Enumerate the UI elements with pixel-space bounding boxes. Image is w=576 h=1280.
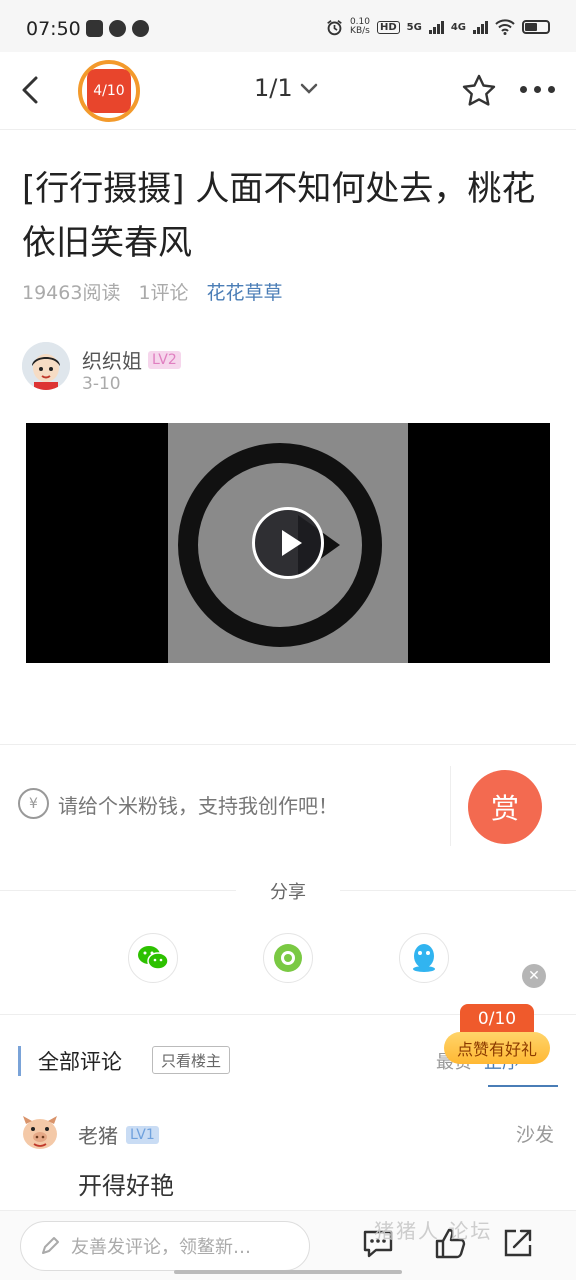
like-reward-badge[interactable]: 点赞有好礼 <box>444 1032 550 1064</box>
author-level-badge: LV2 <box>148 350 181 369</box>
comment-text[interactable]: 开得好艳 <box>78 1166 174 1201</box>
post-title: [行行摄摄] 人面不知何处去，桃花依旧笑春风 <box>22 169 536 263</box>
hd-voice-badge: HD <box>376 20 400 34</box>
post-date: 3-10 <box>82 374 121 394</box>
chevron-down-icon <box>300 83 317 94</box>
share-moments-button[interactable] <box>263 933 313 983</box>
share-label: 分享 <box>270 882 306 903</box>
notification-icons <box>86 20 149 37</box>
qq-icon <box>413 944 435 972</box>
signal-icon-2 <box>473 20 488 34</box>
gesture-home-bar[interactable] <box>174 1270 402 1274</box>
share-qq-button[interactable] <box>399 933 449 983</box>
top-nav-bar: 4/10 1/1 <box>0 52 576 130</box>
comment-floor-label: 沙发 <box>516 1124 555 1146</box>
clock: 07:50 <box>26 18 81 40</box>
favorite-star-icon[interactable] <box>460 72 498 110</box>
read-count: 19463阅读 <box>22 282 121 304</box>
network-type-2: 4G <box>450 21 466 33</box>
back-arrow-icon[interactable] <box>14 70 54 110</box>
sort-active-indicator <box>488 1085 558 1087</box>
comment-input-placeholder: 友善发评论，领鳌新… <box>71 1237 251 1258</box>
divider <box>450 766 451 846</box>
pig-avatar-icon[interactable] <box>20 1112 60 1152</box>
wifi-icon <box>495 19 515 35</box>
network-speed: 0.10 KB/s <box>349 17 370 36</box>
progress-badge: 4/10 <box>87 69 131 113</box>
status-indicators: 0.10 KB/s HD 5G 4G <box>326 18 550 36</box>
play-button[interactable] <box>252 507 324 579</box>
message-icon <box>132 20 149 37</box>
comments-title: 全部评论 <box>38 1050 122 1074</box>
moments-icon <box>274 944 302 972</box>
author-name-row: 织织姐 LV2 <box>82 345 181 374</box>
reading-task-progress[interactable]: 4/10 <box>78 60 140 122</box>
wechat-icon <box>138 946 169 970</box>
gift-icon <box>86 20 103 37</box>
comment-author-row: 老猪 LV1 <box>78 1120 159 1149</box>
section-accent-bar <box>18 1046 21 1076</box>
video-player[interactable] <box>26 423 550 663</box>
signal-icon-1 <box>428 20 444 34</box>
forum-link[interactable]: 花花草草 <box>207 278 283 305</box>
status-bar: 07:50 0.10 KB/s HD 5G 4G <box>0 0 576 52</box>
pencil-icon <box>42 1237 59 1254</box>
page-indicator: 1/1 <box>254 74 293 102</box>
network-type-1: 5G <box>406 21 422 33</box>
forum-watermark: 猪猪人 论坛 <box>374 1219 493 1243</box>
cartoon-avatar-icon <box>22 342 70 390</box>
app-notification-icon <box>109 20 126 37</box>
like-task-count[interactable]: 0/10 <box>460 1004 534 1034</box>
play-icon <box>282 530 302 556</box>
battery-icon <box>522 20 550 34</box>
author-avatar[interactable] <box>22 342 70 390</box>
yuan-icon: ¥ <box>18 788 49 819</box>
more-options-icon[interactable] <box>520 86 555 93</box>
page-selector[interactable]: 1/1 <box>254 74 319 102</box>
only-op-toggle[interactable]: 只看楼主 <box>152 1046 231 1074</box>
share-icon[interactable] <box>500 1225 536 1261</box>
reward-button[interactable]: 赏 <box>468 770 542 844</box>
comment-count: 1评论 <box>138 282 189 304</box>
close-promo-icon[interactable]: ✕ <box>522 964 546 988</box>
alarm-icon <box>327 19 342 35</box>
share-wechat-button[interactable] <box>128 933 178 983</box>
author-name[interactable]: 织织姐 <box>82 345 142 374</box>
post-meta: 19463阅读 1评论 花花草草 <box>22 278 283 305</box>
divider <box>0 744 576 745</box>
comment-author-level-badge: LV1 <box>126 1125 159 1144</box>
tip-prompt: 请给个米粉钱，支持我创作吧！ <box>58 794 338 818</box>
comment-input[interactable]: 友善发评论，领鳌新… <box>20 1221 310 1271</box>
comment-author[interactable]: 老猪 <box>78 1120 118 1149</box>
